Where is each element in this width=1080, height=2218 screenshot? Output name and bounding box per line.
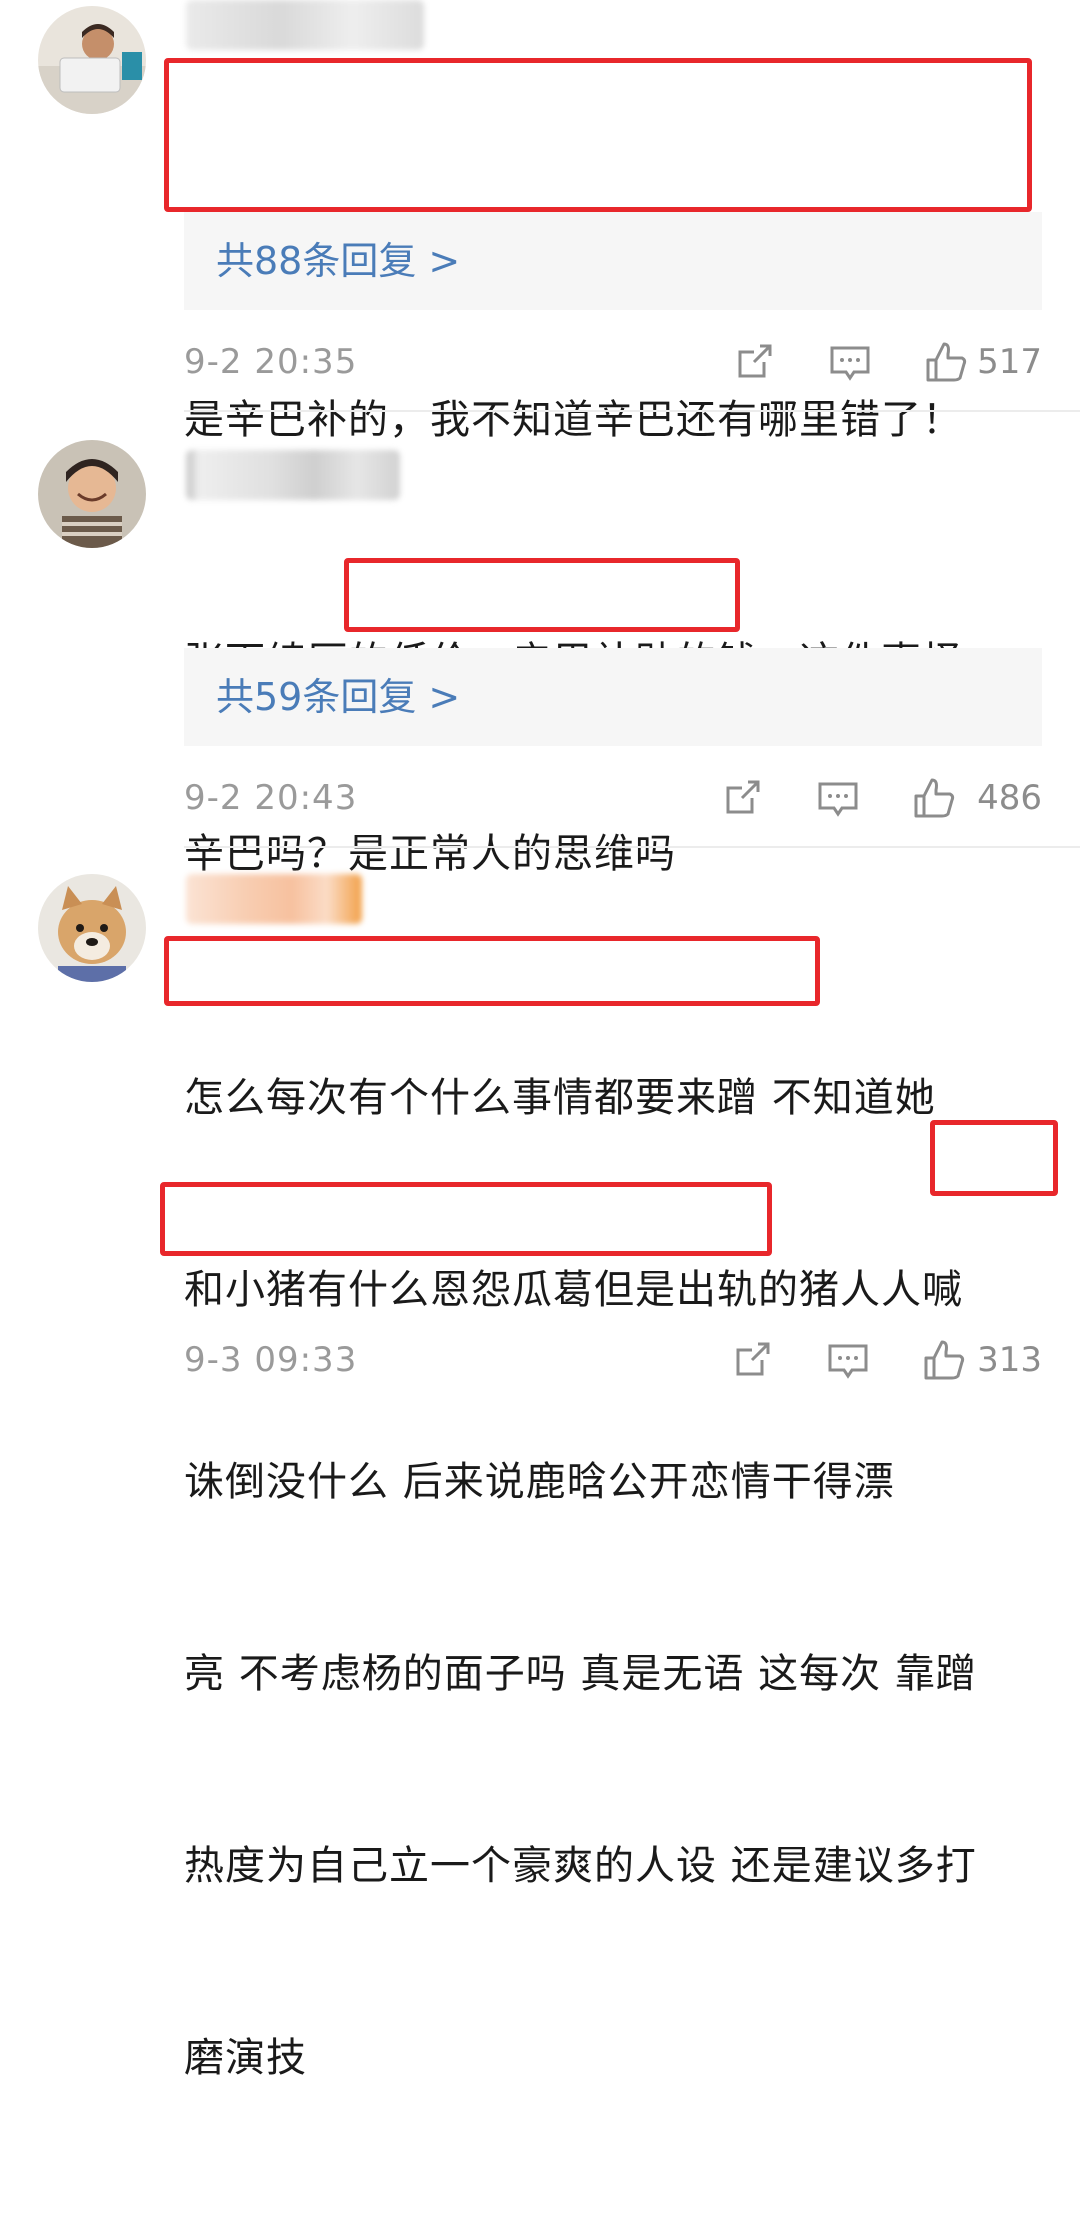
comment-meta: 9-3 09:33 313 (184, 1330, 1042, 1390)
comment-icon[interactable] (826, 338, 874, 386)
comment-line: 诛倒没什么 后来说鹿晗公开恋情干得漂 (184, 1459, 895, 1505)
comment-meta: 9-2 20:43 486 (184, 768, 1042, 828)
timestamp: 9-2 20:43 (184, 778, 358, 818)
comment-line: 怎么每次有个什么事情都要来蹭 不知道她 (184, 1075, 936, 1121)
highlight-box (164, 936, 820, 1006)
highlight-box (160, 1182, 772, 1256)
share-icon[interactable] (728, 1336, 776, 1384)
comment-line: 磨演技 (184, 2035, 307, 2081)
like-count: 313 (977, 1340, 1042, 1380)
avatar[interactable] (38, 440, 146, 548)
thumbs-up-icon[interactable] (920, 1336, 968, 1384)
comment-line: 亮 不考虑杨的面子吗 真是无语 这每次 靠蹭 (184, 1651, 977, 1697)
highlight-box (344, 558, 740, 632)
username-blurred[interactable] (186, 0, 424, 50)
username-blurred[interactable] (186, 874, 362, 924)
share-icon[interactable] (718, 774, 766, 822)
share-icon[interactable] (730, 338, 778, 386)
thumbs-up-icon[interactable] (922, 338, 970, 386)
divider (184, 410, 1080, 412)
avatar[interactable] (38, 874, 146, 982)
comment-icon[interactable] (824, 1336, 872, 1384)
view-replies-button[interactable]: 共59条回复 > (184, 648, 1042, 746)
comment-text: 怎么每次有个什么事情都要来蹭 不知道她 和小猪有什么恩怨瓜葛但是出轨的猪人人喊 … (184, 938, 1044, 2218)
avatar[interactable] (38, 6, 146, 114)
like-count: 486 (977, 778, 1042, 818)
comment-line: 热度为自己立一个豪爽的人设 还是建议多打 (184, 1843, 977, 1889)
view-replies-button[interactable]: 共88条回复 > (184, 212, 1042, 310)
comment-line: 和小猪有什么恩怨瓜葛但是出轨的猪人人喊 (184, 1267, 963, 1313)
like-count: 517 (977, 342, 1042, 382)
divider (184, 846, 1080, 848)
thumbs-up-icon[interactable] (910, 774, 958, 822)
highlight-box (930, 1120, 1058, 1196)
comment-line: 是辛巴补的，我不知道辛巴还有哪里错了！ (184, 397, 963, 443)
timestamp: 9-3 09:33 (184, 1340, 358, 1380)
comment-icon[interactable] (814, 774, 862, 822)
highlight-box (164, 58, 1032, 212)
timestamp: 9-2 20:35 (184, 342, 358, 382)
username-blurred[interactable] (186, 450, 400, 500)
comment-meta: 9-2 20:35 517 (184, 332, 1042, 392)
